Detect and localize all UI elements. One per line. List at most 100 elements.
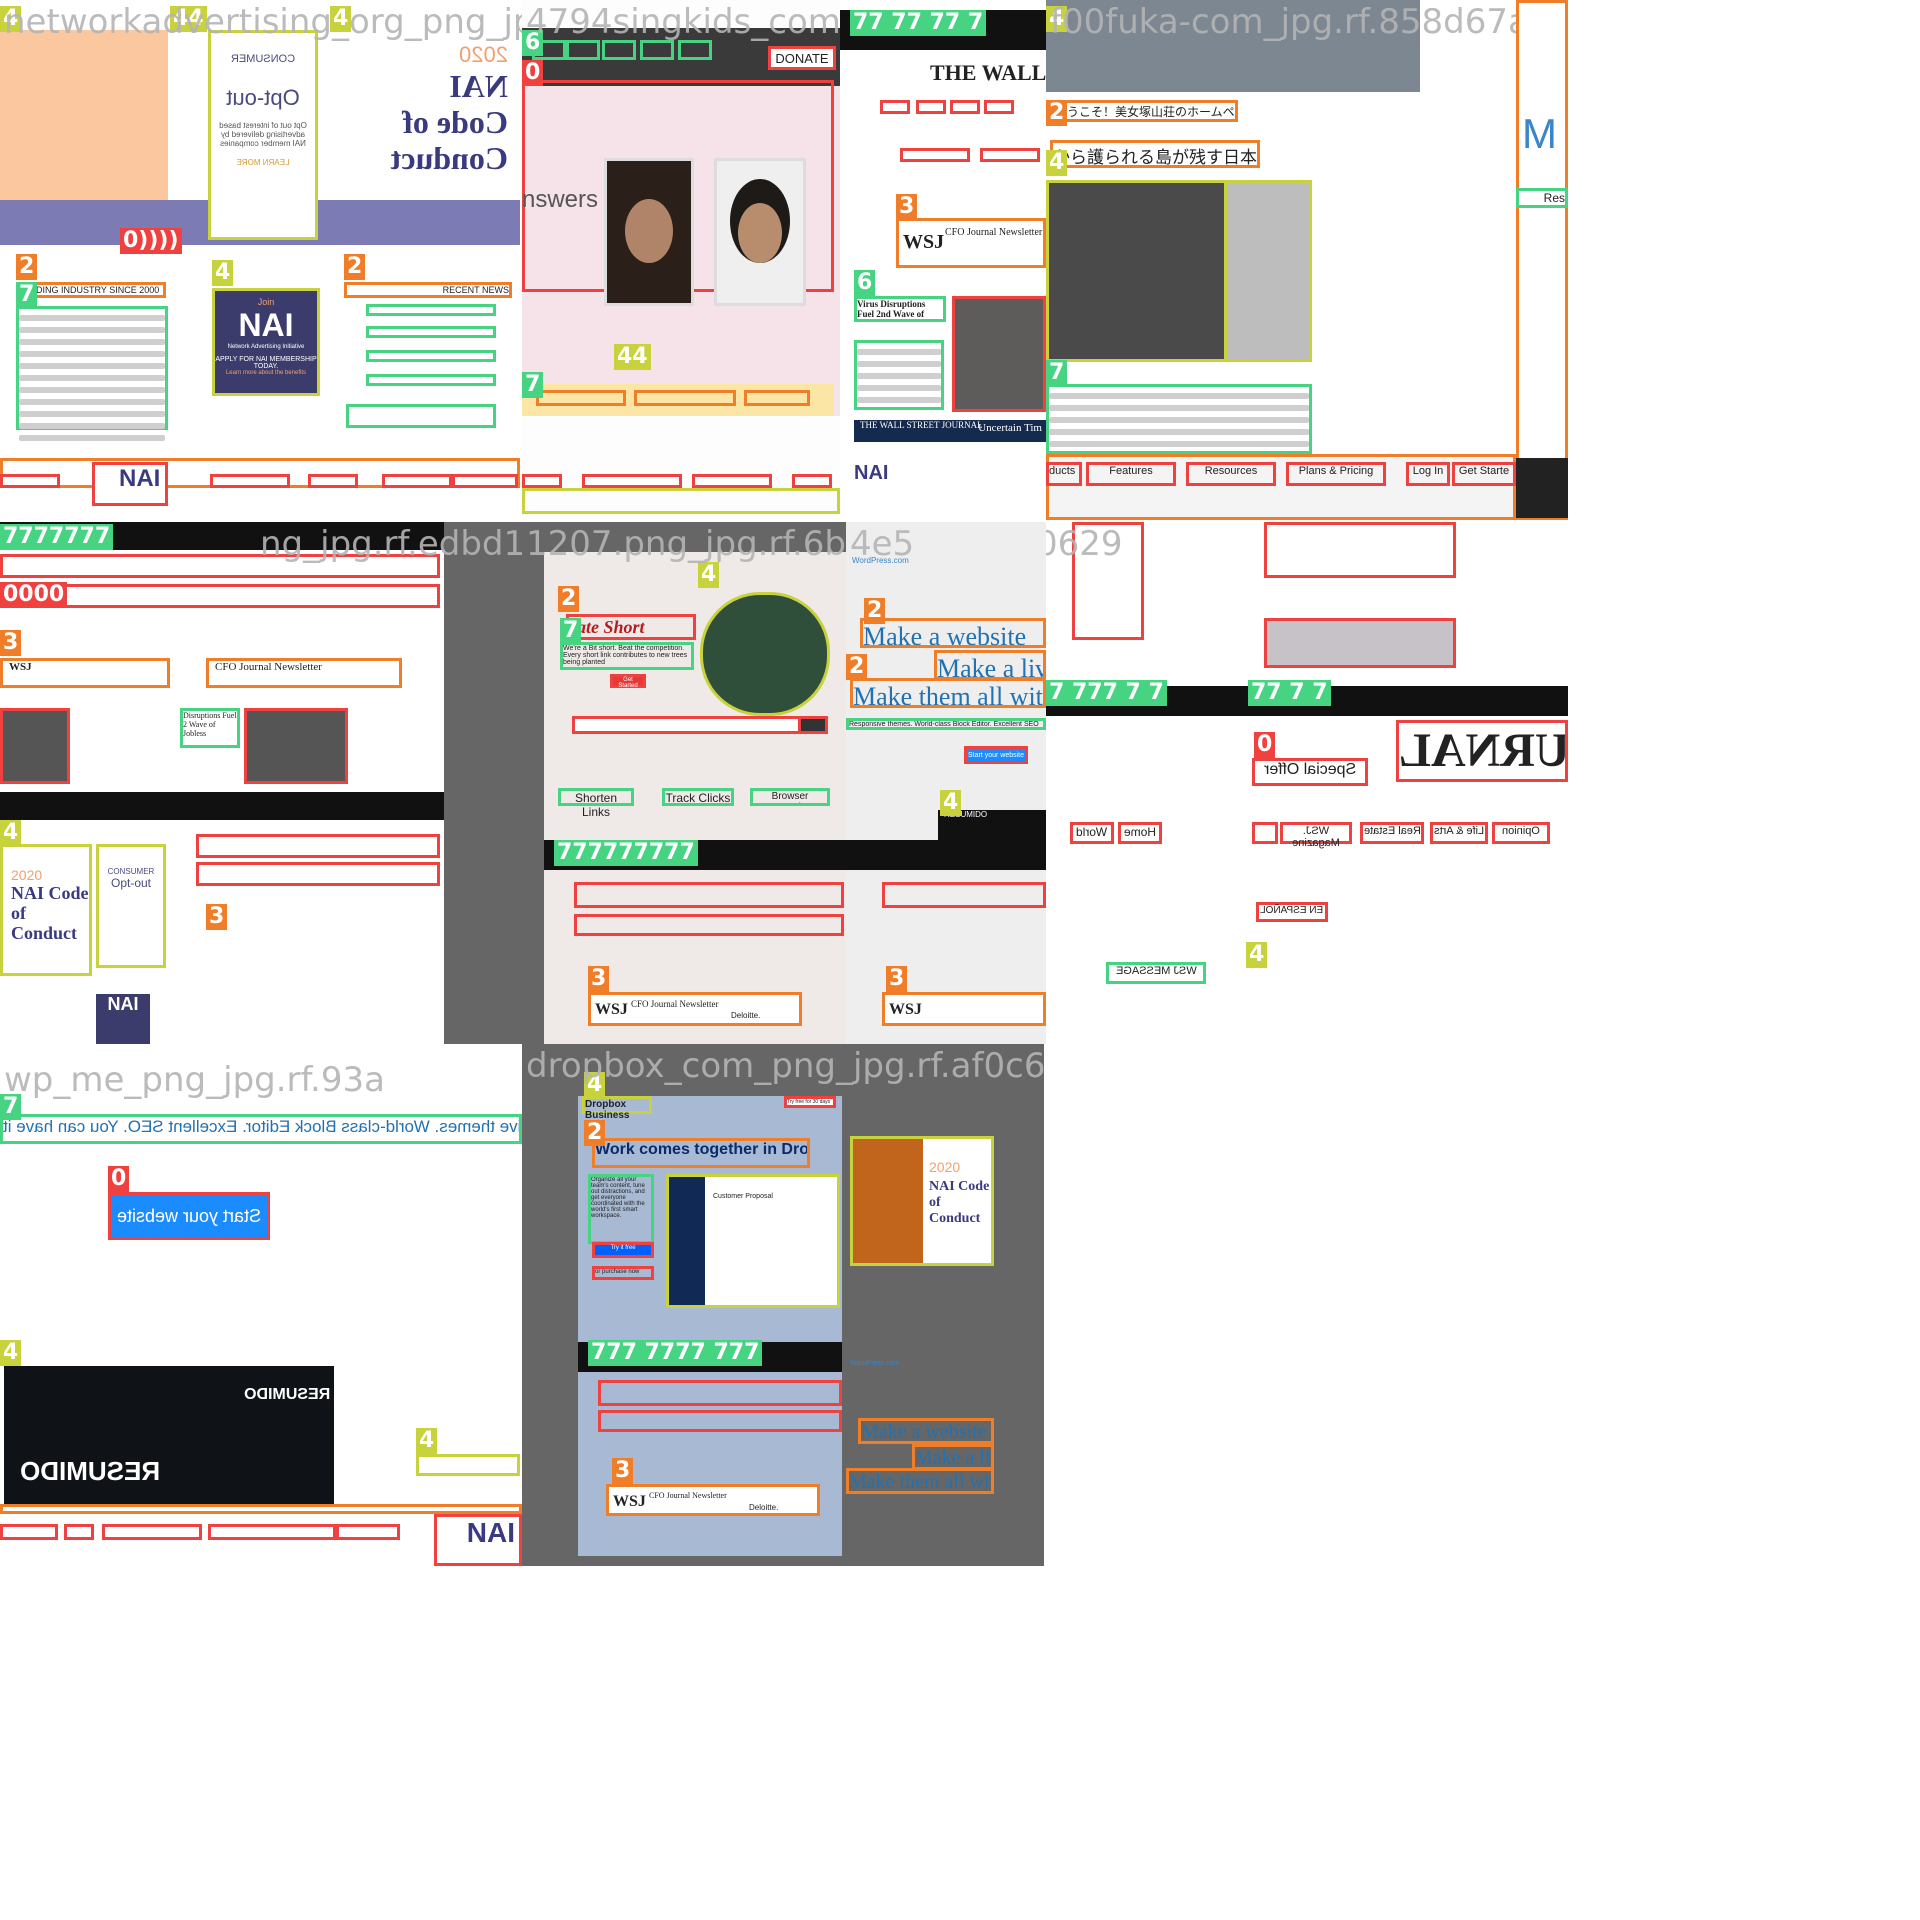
wsj-nav-3[interactable] bbox=[950, 100, 980, 114]
mirror-nai-logo[interactable]: NAI bbox=[434, 1514, 522, 1566]
mirror-footer-link-4[interactable] bbox=[208, 1524, 336, 1540]
kids-nav-2[interactable] bbox=[566, 40, 600, 60]
footer-link-4[interactable] bbox=[382, 474, 452, 488]
grid-optout-card[interactable]: CONSUMER Opt-out bbox=[96, 844, 166, 968]
dropbox-code-card[interactable]: 2020 NAI Code of Conduct bbox=[850, 1136, 994, 1266]
news-link-5[interactable] bbox=[346, 404, 496, 428]
code-of-conduct-card[interactable]: 2020 NAI Code of Conduct bbox=[330, 30, 520, 200]
kids-footer-link-1[interactable] bbox=[522, 474, 562, 488]
mirror-nav-home[interactable]: Home bbox=[1118, 822, 1162, 844]
mirror-footer-link-1[interactable] bbox=[0, 1524, 58, 1540]
news-link-3[interactable] bbox=[366, 350, 496, 362]
wsj-headline[interactable]: Virus Disruptions Fuel 2nd Wave of Joble… bbox=[854, 296, 946, 322]
wp-edge-dark bbox=[1516, 458, 1568, 518]
mirror-nav-world[interactable]: World bbox=[1070, 822, 1114, 844]
dropbox-brand[interactable]: Dropbox Business bbox=[582, 1096, 652, 1121]
kids-nav-4[interactable] bbox=[640, 40, 674, 60]
mirror-message[interactable]: WSJ MESSAGE bbox=[1106, 962, 1206, 984]
dropbox-cta-2[interactable]: or purchase now bbox=[592, 1266, 654, 1280]
shortlink-get-started[interactable]: Get Started bbox=[610, 674, 646, 689]
grid-headline[interactable]: Disruptions Fuel 2 Wave of Jobless bbox=[180, 708, 240, 748]
grid-nav-row-3[interactable] bbox=[196, 834, 440, 858]
mirror-special-offer[interactable]: Special Offer bbox=[1252, 758, 1368, 786]
footer-link-3[interactable] bbox=[308, 474, 358, 488]
wp-nav-row[interactable] bbox=[882, 882, 1046, 908]
optout-card[interactable]: CONSUMER Opt-out Opt out of interest bas… bbox=[208, 30, 318, 240]
nav-features[interactable]: Features bbox=[1086, 462, 1176, 486]
kids-footer-link-4[interactable] bbox=[792, 474, 832, 488]
wsj-nav-5[interactable] bbox=[900, 148, 970, 162]
footer-link-2[interactable] bbox=[210, 474, 290, 488]
kids-btn-2[interactable] bbox=[634, 390, 736, 406]
kids-footer-link-2[interactable] bbox=[582, 474, 682, 488]
optout-link[interactable]: LEARN MORE bbox=[211, 158, 315, 167]
wsj-nav-4[interactable] bbox=[984, 100, 1014, 114]
nav-resources[interactable]: Resources bbox=[1186, 462, 1276, 486]
mirror-resumido-card[interactable]: RESUMIDO RESUMIDO bbox=[4, 1366, 334, 1506]
dropbox-try-free[interactable]: Try free for 30 days bbox=[784, 1096, 836, 1108]
dropbox-newsletter[interactable]: WSJ CFO Journal Newsletter Deloitte. bbox=[606, 1484, 820, 1516]
dropbox-nav-row[interactable] bbox=[598, 1380, 842, 1406]
dropbox-cta[interactable]: Try it free bbox=[592, 1242, 654, 1258]
grid-photo-1[interactable] bbox=[0, 708, 70, 784]
footer-link-1[interactable] bbox=[0, 474, 60, 488]
news-link-2[interactable] bbox=[366, 326, 496, 338]
tag-4b: 4 bbox=[1046, 150, 1068, 176]
news-link-4[interactable] bbox=[366, 374, 496, 386]
kids-footer-link-3[interactable] bbox=[692, 474, 772, 488]
mirror-espanol[interactable]: EN ESPAÑOL bbox=[1256, 902, 1328, 922]
mirror-nav-arts[interactable]: Life & Arts bbox=[1430, 822, 1488, 844]
wp-cta[interactable]: Start your website bbox=[964, 746, 1028, 764]
mirror-small-bar[interactable] bbox=[416, 1454, 520, 1476]
grid-nav-row-4[interactable] bbox=[196, 862, 440, 886]
join-nai-banner[interactable]: Join NAI Network Advertising Initiative … bbox=[212, 288, 320, 396]
news-link-1[interactable] bbox=[366, 304, 496, 316]
grid-photo-2[interactable] bbox=[244, 708, 348, 784]
shortlink-nav-row[interactable] bbox=[574, 882, 844, 908]
get-started-button[interactable]: Get Starte bbox=[1452, 462, 1516, 486]
dropbox-wp-headline-2: Make a living bbox=[912, 1444, 994, 1470]
wsj-photo[interactable] bbox=[952, 296, 1046, 412]
grid-newsletter-1[interactable]: WSJ bbox=[0, 658, 170, 688]
kids-btn-3[interactable] bbox=[744, 390, 810, 406]
wsj-nav-1[interactable] bbox=[880, 100, 910, 114]
login-link[interactable]: Log In bbox=[1406, 462, 1450, 486]
mirror-footer-link-3[interactable] bbox=[102, 1524, 202, 1540]
carousel-dots[interactable]: 0)))) bbox=[120, 228, 182, 254]
mirror-photo[interactable] bbox=[1264, 618, 1456, 668]
wp-newsletter[interactable]: WSJ bbox=[882, 992, 1046, 1026]
grid-nai-join[interactable]: NAI bbox=[96, 994, 150, 1044]
shortlink-nav-row-2[interactable] bbox=[574, 914, 844, 936]
nav-products[interactable]: ducts bbox=[1046, 462, 1082, 486]
shortlink-newsletter[interactable]: WSJ CFO Journal Newsletter Deloitte. bbox=[588, 992, 802, 1026]
wsj-newsletter[interactable]: WSJ CFO Journal Newsletter bbox=[896, 218, 1046, 268]
tile-wsj-grid: ng_jpg.rf.edbd1 WSJ CFO Journal Newslett… bbox=[0, 522, 522, 1044]
footer-logo[interactable]: NAI bbox=[92, 462, 168, 506]
dropbox-nav-row-2[interactable] bbox=[598, 1410, 842, 1432]
kids-btn-1[interactable] bbox=[536, 390, 626, 406]
mirror-nav-opinion[interactable]: Opinion bbox=[1492, 822, 1550, 844]
mirror-footer-link-5[interactable] bbox=[336, 1524, 400, 1540]
wp-edge-res[interactable]: Res bbox=[1516, 188, 1568, 208]
grid-newsletter-2[interactable]: CFO Journal Newsletter bbox=[206, 658, 402, 688]
tag-7: 7 bbox=[522, 372, 544, 398]
grid-code-card[interactable]: 2020 NAI Code of Conduct bbox=[0, 844, 92, 976]
footer-link-5[interactable] bbox=[452, 474, 518, 488]
mirror-nav-magazine[interactable]: WSJ. Magazine bbox=[1280, 822, 1352, 849]
shortlink-url-input[interactable] bbox=[572, 716, 828, 734]
mirror-nav-real-estate[interactable]: Real Estate bbox=[1360, 822, 1424, 844]
shortlink-shorten-button[interactable] bbox=[798, 716, 828, 734]
wsj-nav-2[interactable] bbox=[916, 100, 946, 114]
wsj-nav-6[interactable] bbox=[980, 148, 1040, 162]
japan-gallery-thumbs[interactable] bbox=[1224, 180, 1312, 362]
join-link[interactable]: Learn more about the benefits bbox=[215, 370, 317, 376]
nav-pricing[interactable]: Plans & Pricing bbox=[1286, 462, 1386, 486]
kids-nav-5[interactable] bbox=[678, 40, 712, 60]
dropbox-wp-brand[interactable]: WordPress.com bbox=[850, 1360, 900, 1367]
donate-button[interactable]: DONATE bbox=[768, 46, 836, 70]
mirror-banner[interactable] bbox=[1264, 522, 1456, 578]
kids-nav-3[interactable] bbox=[602, 40, 636, 60]
mirror-wp-cta[interactable]: Start your website bbox=[108, 1192, 270, 1240]
mirror-footer-link-2[interactable] bbox=[64, 1524, 94, 1540]
mirror-nav-search[interactable] bbox=[1252, 822, 1278, 844]
